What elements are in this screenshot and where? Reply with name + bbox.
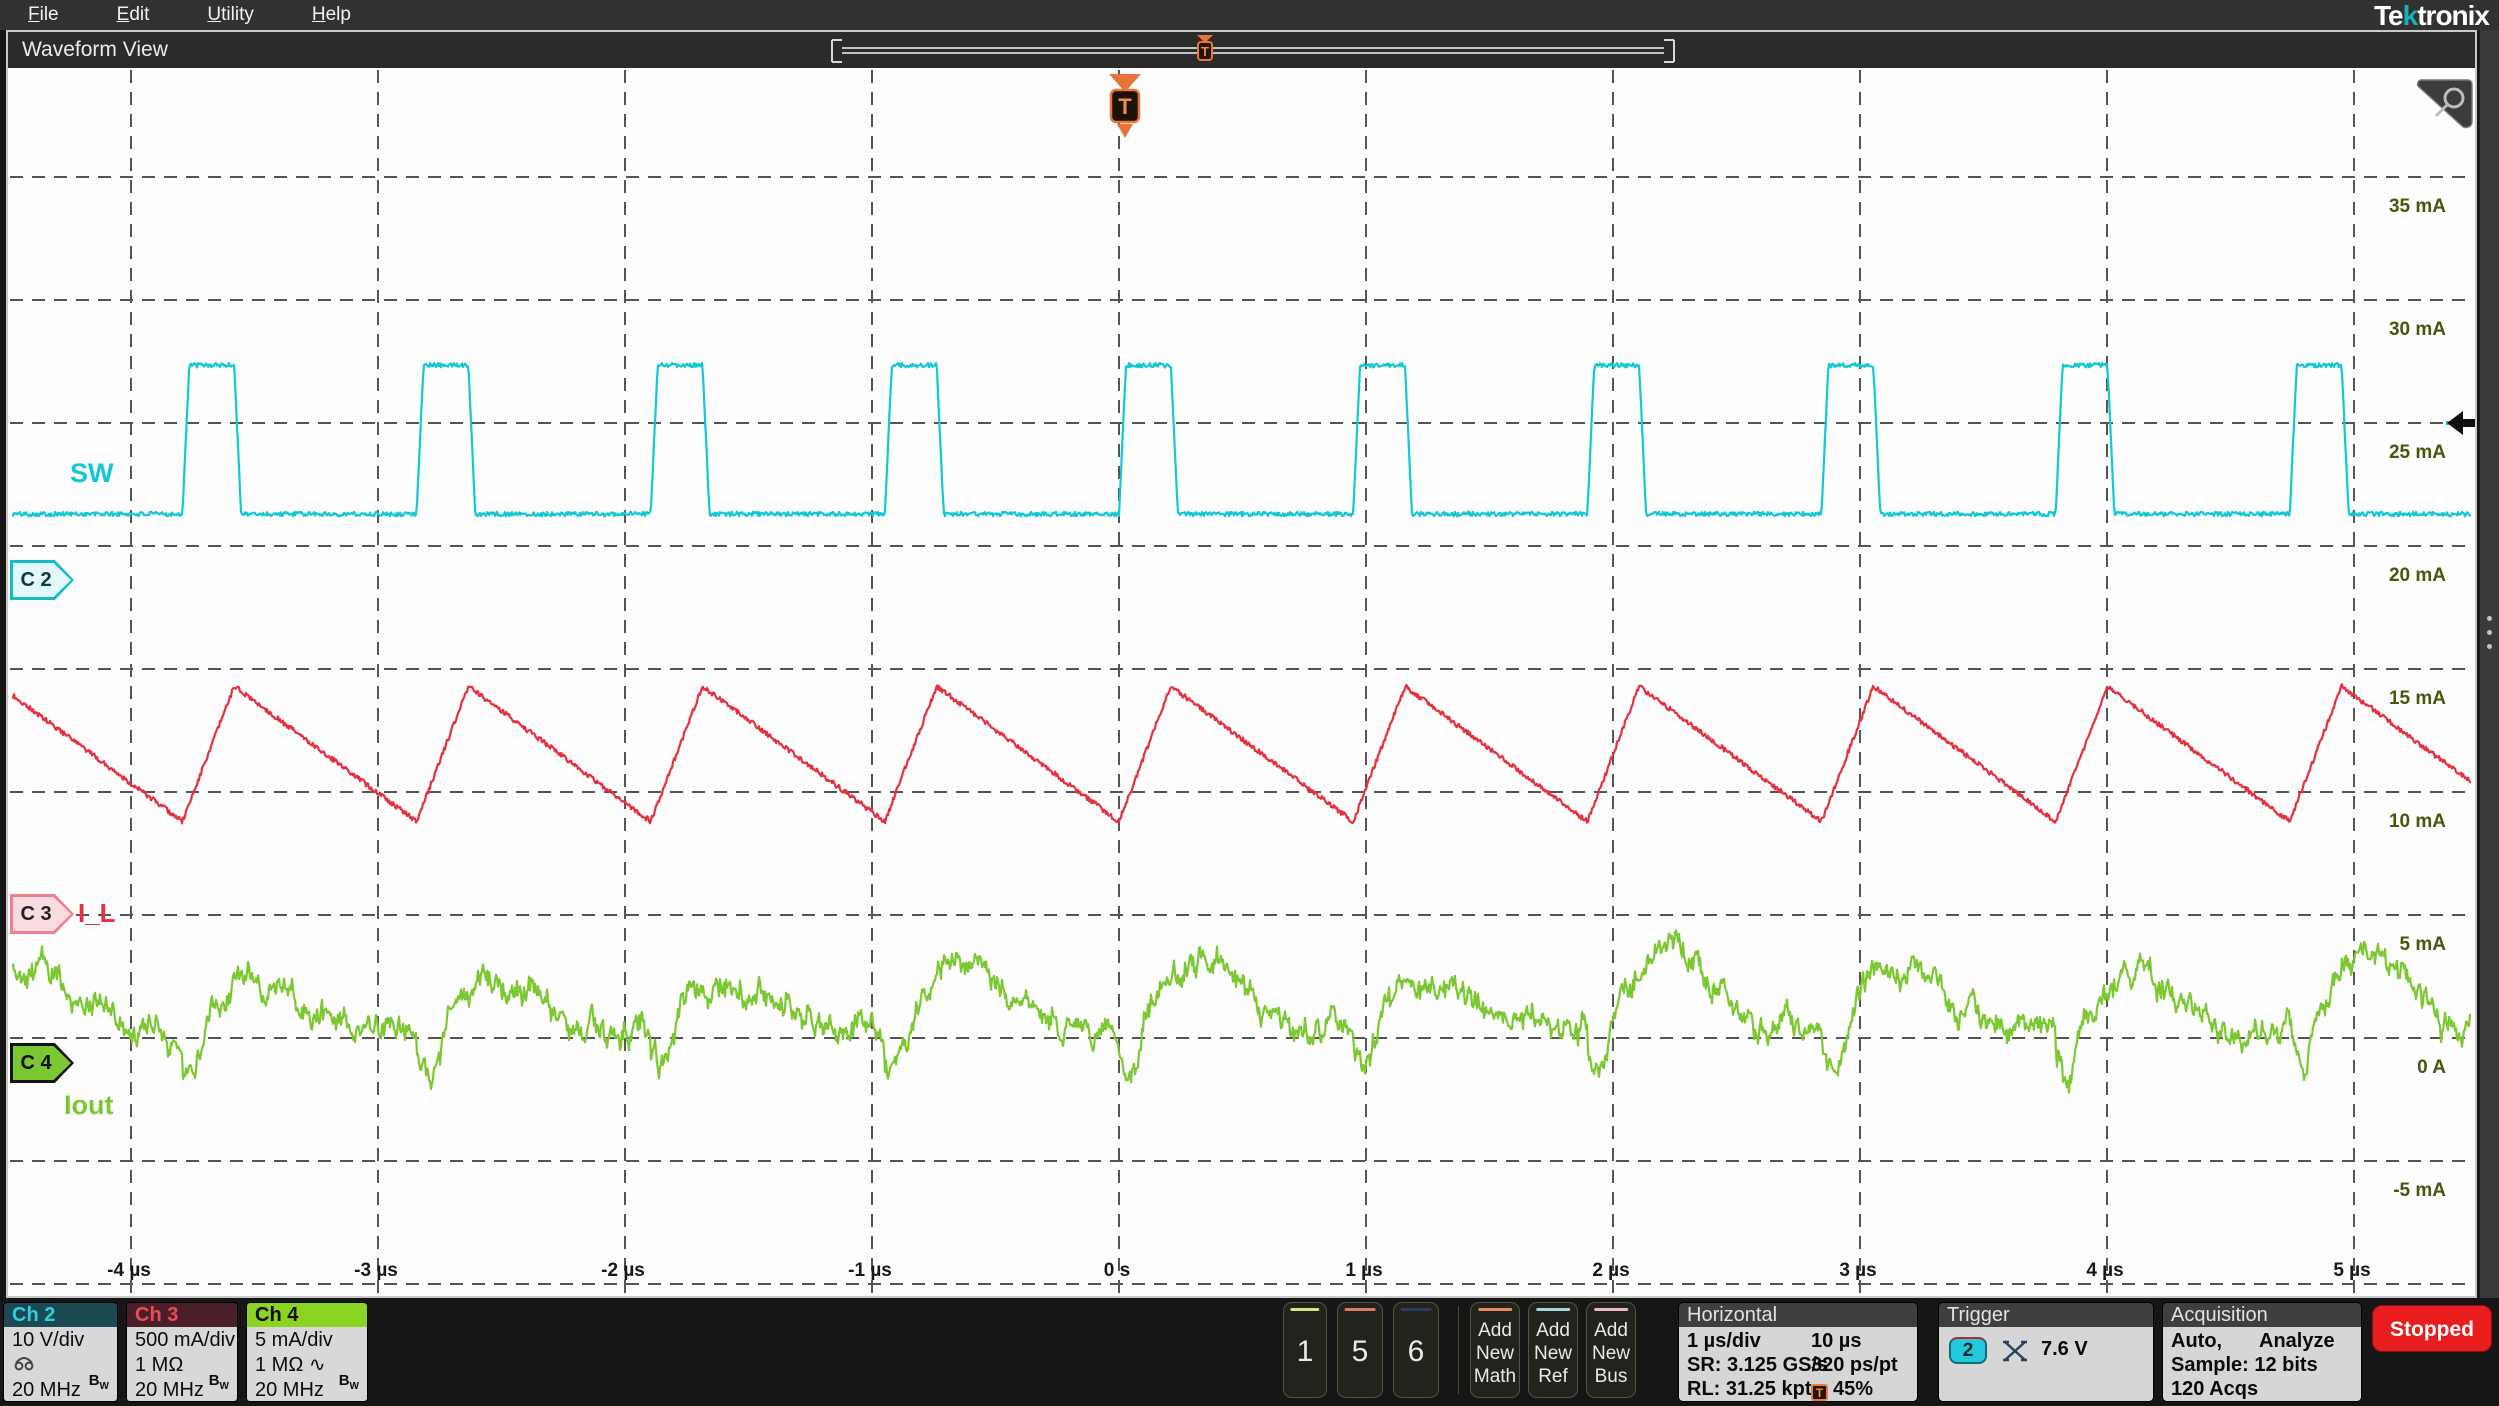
waveform-view-titlebar: Waveform View T [8, 32, 2475, 68]
bandwidth-limit-icon: BW [88, 1372, 109, 1392]
add-new-math-button[interactable]: Add New Math [1470, 1302, 1520, 1398]
acq-analyze: Analyze [2259, 1330, 2335, 1352]
x-axis-tick-label: -3 µs [354, 1260, 398, 1281]
record-length: RL: 31.25 kpts [1687, 1378, 1823, 1400]
channel-marker-c3[interactable]: C 3 [10, 894, 74, 934]
x-axis-tick-label: 3 µs [1839, 1260, 1877, 1281]
svg-text:T: T [1118, 94, 1132, 119]
horizontal-position-bar[interactable]: T [823, 32, 1683, 68]
ch4-badge[interactable]: Ch 4 5 mA/div 1 MΩ ∿ 20 MHz BW [246, 1302, 368, 1402]
bandwidth-limit-icon: BW [338, 1372, 359, 1392]
add-new-ref-button[interactable]: Add New Ref [1528, 1302, 1578, 1398]
acq-mode: Auto, [2171, 1330, 2223, 1352]
acq-sample: Sample: 12 bits [2171, 1354, 2318, 1376]
menu-file[interactable]: File [28, 4, 59, 26]
y-axis-tick-label: 0 A [2414, 1055, 2449, 1081]
ch4-name: Ch 4 [247, 1303, 367, 1327]
trigger-position: T 45% [1811, 1378, 1873, 1401]
add-new-bus-button[interactable]: Add New Bus [1586, 1302, 1636, 1398]
ch2-scale: 10 V/div [12, 1329, 85, 1351]
label-iout: Iout [64, 1090, 114, 1120]
x-axis-tick-label: 4 µs [2086, 1260, 2124, 1281]
sample-rate: SR: 3.125 GS/s [1687, 1354, 1829, 1376]
measurement-slot-1[interactable]: 1 [1283, 1302, 1327, 1398]
edge-trigger-icon [2003, 1340, 2027, 1362]
trigger-level-arrow[interactable] [2446, 406, 2475, 440]
bandwidth-limit-icon: BW [208, 1372, 229, 1392]
ch2-name: Ch 2 [4, 1303, 117, 1327]
y-axis-tick-label: 30 mA [2385, 317, 2449, 343]
horizontal-title: Horizontal [1679, 1303, 1917, 1327]
menu-edit[interactable]: Edit [117, 4, 150, 26]
trigger-flag-icon: T [1811, 1384, 1828, 1401]
y-axis-tick-label: -5 mA [2390, 1178, 2449, 1204]
horizontal-duration: 10 µs [1811, 1330, 1862, 1352]
y-axis-tick-label: 20 mA [2385, 563, 2449, 589]
ch3-name: Ch 3 [127, 1303, 237, 1327]
menu-help[interactable]: Help [312, 4, 351, 26]
side-menu-strip[interactable] [2479, 30, 2499, 1298]
horizontal-panel[interactable]: Horizontal 1 µs/div 10 µs SR: 3.125 GS/s… [1678, 1302, 1918, 1402]
trigger-source-badge: 2 [1949, 1337, 1987, 1364]
menu-utility[interactable]: Utility [207, 4, 253, 26]
settings-bar: Ch 2 10 V/div 20 MHz BW Ch 3 500 mA/div … [0, 1298, 2499, 1406]
acq-count: 120 Acqs [2171, 1378, 2259, 1400]
menu-bar: File Edit Utility Help Tektronix [0, 0, 2499, 31]
svg-text:T: T [1201, 44, 1209, 59]
acquisition-title: Acquisition [2163, 1303, 2361, 1327]
label-il: I_L [78, 898, 116, 928]
trigger-title: Trigger [1939, 1303, 2153, 1327]
ac-coupling-icon: ∿ [308, 1354, 326, 1376]
y-axis-tick-label: 25 mA [2385, 440, 2449, 466]
y-axis-tick-label: 15 mA [2385, 686, 2449, 712]
x-axis-tick-label: -4 µs [107, 1260, 151, 1281]
ch2-badge[interactable]: Ch 2 10 V/div 20 MHz BW [3, 1302, 118, 1402]
waveform-view-window: Waveform View T C 2 C 3 C 4 SW I_L Iout … [6, 30, 2477, 1298]
waveform-canvas [10, 70, 2473, 1296]
trigger-level: 7.6 V [2041, 1338, 2088, 1360]
ch3-scale: 500 mA/div [135, 1329, 236, 1351]
resolution: 320 ps/pt [1811, 1354, 1898, 1376]
label-sw: SW [70, 458, 114, 488]
x-axis-tick-label: 2 µs [1592, 1260, 1630, 1281]
zoom-corner-button[interactable] [2416, 76, 2475, 134]
x-axis-tick-label: 5 µs [2333, 1260, 2371, 1281]
x-axis-tick-label: -2 µs [601, 1260, 645, 1281]
horizontal-scale: 1 µs/div [1687, 1330, 1761, 1352]
x-axis-tick-label: 0 s [1103, 1260, 1131, 1281]
oscilloscope-screen: File Edit Utility Help Tektronix Wavefor… [0, 0, 2499, 1406]
x-axis-tick-label: -1 µs [848, 1260, 892, 1281]
trigger-position-mini-marker: T [1197, 35, 1213, 61]
measurement-slot-5[interactable]: 5 [1337, 1302, 1383, 1398]
trigger-marker[interactable]: T [1097, 70, 1153, 162]
y-axis-tick-label: 10 mA [2385, 809, 2449, 835]
ch4-scale: 5 mA/div [255, 1329, 333, 1351]
measurement-slot-6[interactable]: 6 [1393, 1302, 1439, 1398]
y-axis-tick-label: 5 mA [2396, 932, 2449, 958]
ch3-badge[interactable]: Ch 3 500 mA/div 1 MΩ 20 MHz BW [126, 1302, 238, 1402]
graticule-area[interactable]: C 2 C 3 C 4 SW I_L Iout T 35 mA 30 mA 25… [8, 68, 2475, 1296]
separator [1458, 1306, 1459, 1394]
tektronix-logo: Tektronix [2374, 0, 2490, 31]
acquisition-panel[interactable]: Acquisition Auto, Analyze Sample: 12 bit… [2162, 1302, 2362, 1402]
stopped-button[interactable]: Stopped [2372, 1305, 2492, 1352]
x-axis-tick-label: 1 µs [1345, 1260, 1383, 1281]
trigger-panel[interactable]: Trigger 2 7.6 V [1938, 1302, 2154, 1402]
channel-marker-c2[interactable]: C 2 [10, 560, 74, 600]
y-axis-tick-label: 35 mA [2385, 194, 2449, 220]
channel-marker-c4[interactable]: C 4 [10, 1043, 74, 1083]
waveform-view-title: Waveform View [22, 38, 168, 61]
